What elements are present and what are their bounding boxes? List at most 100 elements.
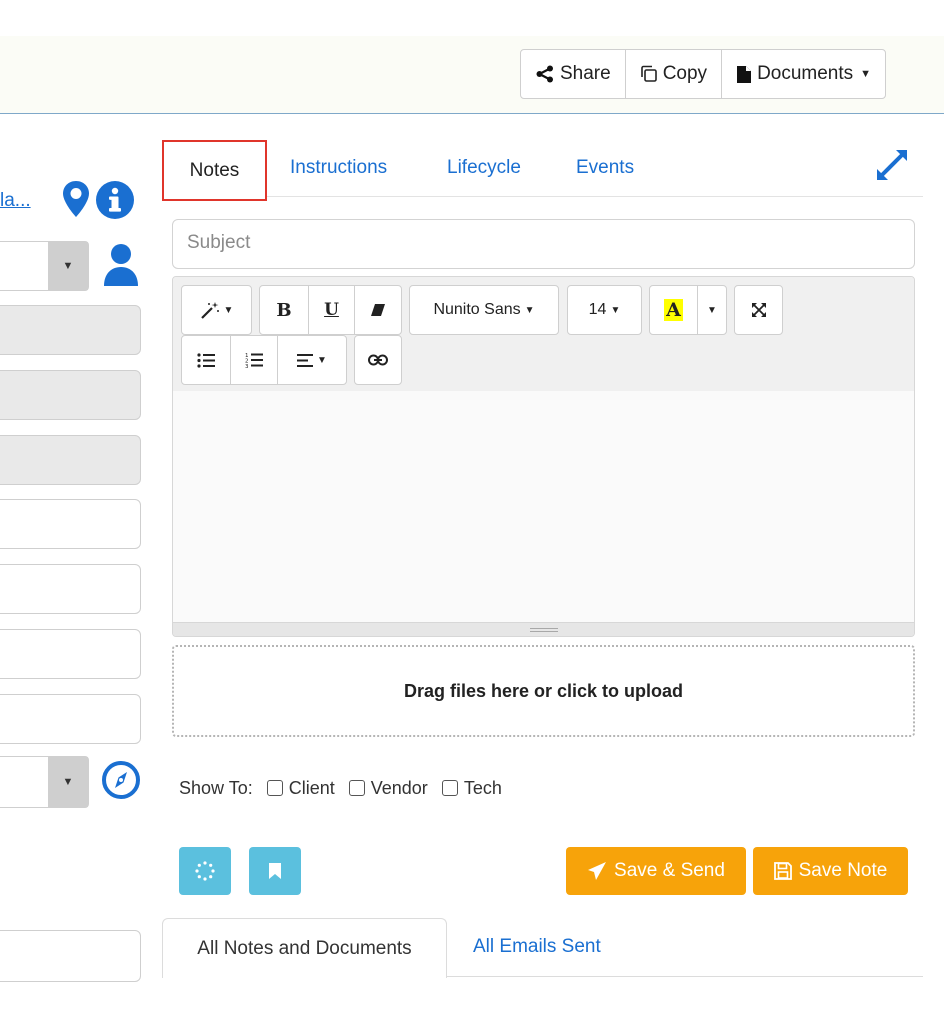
floppy-disk-icon bbox=[773, 862, 792, 880]
loading-button[interactable] bbox=[179, 847, 231, 895]
vendor-checkbox[interactable] bbox=[348, 780, 365, 796]
tab-events-label: Events bbox=[576, 157, 635, 178]
client-label: Client bbox=[288, 777, 335, 798]
font-size-value: 14 bbox=[588, 301, 607, 318]
fullscreen-button[interactable] bbox=[734, 285, 783, 335]
left-field-readonly-3 bbox=[0, 435, 141, 485]
show-to-label: Show To: bbox=[179, 777, 253, 798]
person-icon[interactable] bbox=[102, 243, 140, 287]
subject-input[interactable]: Subject bbox=[172, 219, 915, 269]
numbered-list-icon: 1 2 3 bbox=[245, 353, 263, 368]
caret-down-icon: ▼ bbox=[317, 354, 327, 366]
subject-placeholder: Subject bbox=[187, 232, 251, 253]
copy-icon bbox=[640, 65, 657, 82]
bullet-list-icon bbox=[197, 352, 215, 368]
note-editor[interactable]: ▼ B U Nunito Sans ▼ 14 ▼ A ▼ 1 2 3 ▼ bbox=[172, 276, 915, 637]
tab-notes-label: Notes bbox=[189, 159, 240, 181]
left-select-2[interactable]: ▼ bbox=[0, 756, 89, 808]
caret-down-icon: ▼ bbox=[860, 68, 872, 80]
link-icon bbox=[368, 354, 388, 366]
map-pin-icon[interactable] bbox=[62, 180, 90, 218]
left-field-input-2[interactable] bbox=[0, 564, 141, 614]
documents-dropdown-button[interactable]: Documents ▼ bbox=[722, 50, 885, 98]
save-note-label: Save Note bbox=[798, 860, 888, 881]
magic-wand-icon bbox=[200, 302, 219, 319]
left-field-input-4[interactable] bbox=[0, 694, 141, 744]
highlight-color-button[interactable]: A bbox=[649, 285, 698, 335]
insert-link-button[interactable] bbox=[354, 335, 402, 385]
show-to-group: Show To: Client Vendor Tech bbox=[179, 775, 502, 801]
left-field-readonly-1 bbox=[0, 305, 141, 355]
save-note-button[interactable]: Save Note bbox=[753, 847, 908, 895]
left-field-readonly-2 bbox=[0, 370, 141, 420]
save-and-send-label: Save & Send bbox=[614, 860, 725, 881]
left-field-input-5[interactable] bbox=[0, 930, 141, 982]
svg-text:3: 3 bbox=[245, 364, 249, 368]
font-family-value: Nunito Sans bbox=[433, 301, 521, 318]
bookmark-button[interactable] bbox=[249, 847, 301, 895]
compass-icon[interactable] bbox=[102, 761, 140, 799]
documents-label: Documents bbox=[757, 63, 854, 84]
info-icon[interactable] bbox=[95, 180, 135, 220]
share-button[interactable]: Share bbox=[521, 50, 626, 98]
tab-all-notes-and-documents[interactable]: All Notes and Documents bbox=[162, 918, 447, 978]
editor-resize-handle[interactable] bbox=[173, 622, 914, 636]
bookmark-icon bbox=[269, 863, 281, 879]
tab-instructions[interactable]: Instructions bbox=[290, 140, 387, 196]
expand-icon[interactable] bbox=[875, 148, 909, 182]
fullscreen-icon bbox=[751, 303, 766, 317]
tab-all-notes-label: All Notes and Documents bbox=[197, 937, 412, 959]
copy-label: Copy bbox=[662, 63, 708, 84]
tab-instructions-label: Instructions bbox=[290, 157, 388, 178]
client-checkbox[interactable] bbox=[266, 780, 283, 796]
caret-down-icon: ▼ bbox=[223, 304, 234, 316]
style-dropdown-button[interactable]: ▼ bbox=[181, 285, 252, 335]
bottom-tabs-divider bbox=[447, 976, 923, 977]
underline-icon: U bbox=[324, 300, 339, 320]
copy-button[interactable]: Copy bbox=[626, 50, 723, 98]
spinner-icon bbox=[195, 861, 215, 881]
header-button-group: Share Copy Documents ▼ bbox=[520, 49, 887, 99]
document-icon bbox=[737, 65, 752, 83]
bullet-list-button[interactable] bbox=[181, 335, 231, 385]
caret-down-icon: ▼ bbox=[610, 304, 621, 316]
share-icon bbox=[536, 65, 553, 83]
tech-checkbox[interactable] bbox=[441, 780, 458, 796]
tab-lifecycle-label: Lifecycle bbox=[447, 157, 521, 178]
left-field-input-1[interactable] bbox=[0, 499, 141, 549]
eraser-icon bbox=[371, 304, 385, 316]
left-select-1[interactable]: ▼ bbox=[0, 241, 89, 291]
tab-events[interactable]: Events bbox=[576, 140, 634, 196]
save-and-send-button[interactable]: Save & Send bbox=[566, 847, 746, 895]
caret-down-icon: ▼ bbox=[48, 242, 88, 290]
clear-format-button[interactable] bbox=[354, 285, 402, 335]
left-field-input-3[interactable] bbox=[0, 629, 141, 679]
caret-down-icon: ▼ bbox=[524, 304, 535, 316]
bold-button[interactable]: B bbox=[259, 285, 309, 335]
tabs-divider bbox=[267, 196, 923, 197]
tech-label: Tech bbox=[463, 777, 502, 798]
bold-icon: B bbox=[276, 299, 292, 321]
numbered-list-button[interactable]: 1 2 3 bbox=[230, 335, 278, 385]
dropzone-text: Drag files here or click to upload bbox=[403, 680, 684, 701]
grip-icon bbox=[530, 628, 558, 632]
paper-plane-icon bbox=[588, 862, 607, 880]
tab-all-emails-sent[interactable]: All Emails Sent bbox=[473, 936, 601, 958]
location-link[interactable]: la... bbox=[0, 190, 31, 212]
vendor-label: Vendor bbox=[370, 777, 428, 798]
tab-lifecycle[interactable]: Lifecycle bbox=[447, 140, 521, 196]
highlight-color-dropdown[interactable]: ▼ bbox=[697, 285, 727, 335]
underline-button[interactable]: U bbox=[308, 285, 355, 335]
share-label: Share bbox=[560, 63, 611, 84]
highlight-icon: A bbox=[664, 299, 683, 321]
caret-down-icon: ▼ bbox=[48, 757, 88, 807]
font-family-dropdown[interactable]: Nunito Sans ▼ bbox=[409, 285, 559, 335]
paragraph-align-dropdown[interactable]: ▼ bbox=[277, 335, 347, 385]
align-left-icon bbox=[297, 353, 314, 367]
editor-toolbar: ▼ B U Nunito Sans ▼ 14 ▼ A ▼ 1 2 3 ▼ bbox=[173, 277, 914, 391]
tab-all-emails-label: All Emails Sent bbox=[473, 936, 601, 957]
caret-down-icon: ▼ bbox=[707, 304, 717, 316]
tab-notes[interactable]: Notes bbox=[162, 140, 267, 201]
file-dropzone[interactable]: Drag files here or click to upload bbox=[172, 645, 915, 737]
font-size-dropdown[interactable]: 14 ▼ bbox=[567, 285, 642, 335]
